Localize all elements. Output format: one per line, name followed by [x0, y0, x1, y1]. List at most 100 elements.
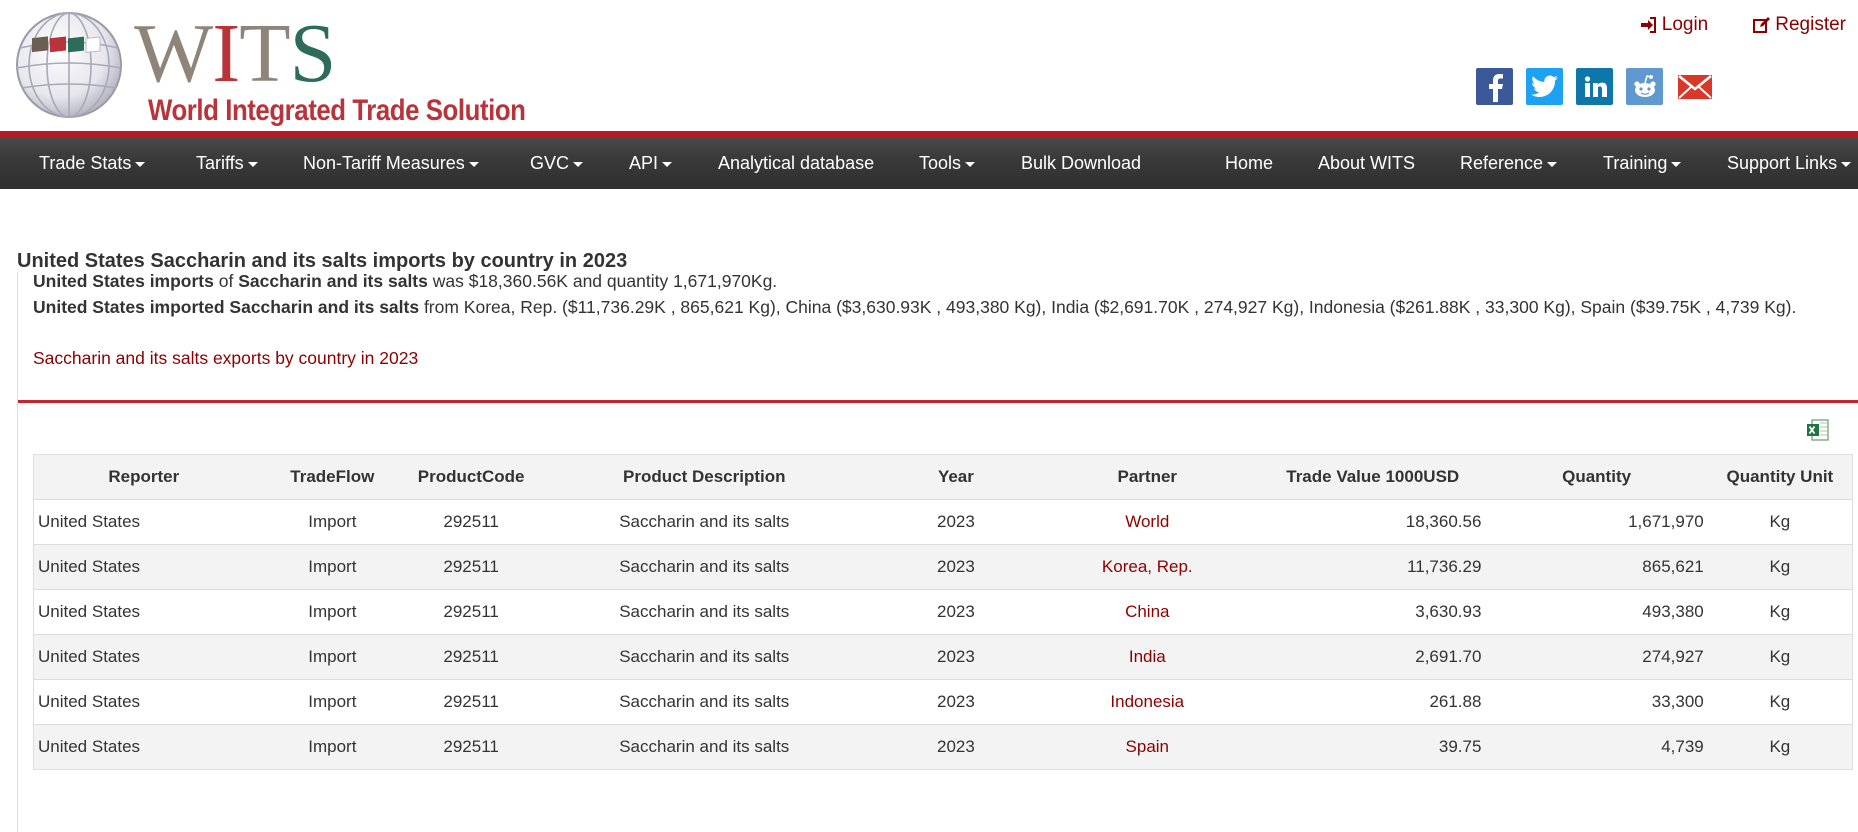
cell-quantity: 274,927: [1485, 634, 1708, 680]
nav-home[interactable]: Home: [1225, 153, 1273, 174]
register-link[interactable]: Register: [1752, 14, 1846, 36]
site-header: WITS World Integrated Trade Solution Log…: [0, 0, 1858, 132]
summary-product: Saccharin and its salts: [238, 271, 428, 291]
logo-subtitle: World Integrated Trade Solution: [148, 94, 526, 127]
caret-down-icon: [468, 162, 479, 167]
cell-partner-link[interactable]: Spain: [1034, 724, 1260, 770]
nav-support-links[interactable]: Support Links: [1727, 153, 1852, 174]
table-header-row: Reporter TradeFlow ProductCode Product D…: [33, 454, 1853, 500]
linkedin-icon[interactable]: [1576, 68, 1613, 105]
nav-label: Analytical database: [718, 153, 875, 173]
cell-partner-link[interactable]: World: [1034, 499, 1260, 545]
nav-api[interactable]: API: [629, 153, 673, 174]
summary-heading: United States imported Saccharin and its…: [33, 297, 420, 317]
login-link[interactable]: Login: [1639, 14, 1709, 36]
nav-tariffs[interactable]: Tariffs: [196, 153, 258, 174]
nav-analytical-database[interactable]: Analytical database: [718, 153, 874, 174]
cell-tradeflow: Import: [253, 499, 411, 545]
col-productcode[interactable]: ProductCode: [410, 454, 532, 500]
nav-label: API: [629, 153, 659, 173]
nav-label: Trade Stats: [39, 153, 132, 173]
nav-gvc[interactable]: GVC: [530, 153, 584, 174]
cell-trade-value: 11,736.29: [1260, 544, 1486, 590]
nav-label: Tariffs: [196, 153, 244, 173]
facebook-icon[interactable]: [1476, 68, 1513, 105]
nav-training[interactable]: Training: [1603, 153, 1682, 174]
import-summary: United States imports of Saccharin and i…: [33, 271, 777, 292]
excel-export-icon[interactable]: [1806, 418, 1830, 442]
summary-reporter: United States imports: [33, 271, 214, 291]
cell-quantity-unit: Kg: [1707, 679, 1853, 725]
nav-about-wits[interactable]: About WITS: [1318, 153, 1415, 174]
cell-reporter: United States: [33, 724, 254, 770]
register-label: Register: [1775, 14, 1846, 35]
globe-icon: [16, 12, 122, 118]
nav-reference[interactable]: Reference: [1460, 153, 1558, 174]
account-links: Login Register: [1639, 14, 1846, 36]
summary-text: from Korea, Rep. ($11,736.29K , 865,621 …: [419, 297, 1797, 317]
cell-tradeflow: Import: [253, 724, 411, 770]
cell-year: 2023: [877, 544, 1035, 590]
cell-product-description: Saccharin and its salts: [531, 634, 878, 680]
col-product-description[interactable]: Product Description: [531, 454, 878, 500]
cell-year: 2023: [877, 679, 1035, 725]
caret-down-icon: [965, 162, 976, 167]
col-quantity-unit[interactable]: Quantity Unit: [1707, 454, 1853, 500]
cell-reporter: United States: [33, 679, 254, 725]
nav-label: Training: [1603, 153, 1668, 173]
cell-productcode: 292511: [410, 679, 532, 725]
exports-by-country-link[interactable]: Saccharin and its salts exports by count…: [33, 348, 418, 369]
nav-label: Non-Tariff Measures: [303, 153, 465, 173]
twitter-icon[interactable]: [1526, 68, 1563, 105]
col-partner[interactable]: Partner: [1034, 454, 1260, 500]
cell-quantity-unit: Kg: [1707, 589, 1853, 635]
cell-productcode: 292511: [410, 724, 532, 770]
nav-tools[interactable]: Tools: [919, 153, 976, 174]
col-quantity[interactable]: Quantity: [1485, 454, 1708, 500]
cell-partner-link[interactable]: China: [1034, 589, 1260, 635]
cell-productcode: 292511: [410, 499, 532, 545]
cell-quantity: 1,671,970: [1485, 499, 1708, 545]
col-tradeflow[interactable]: TradeFlow: [253, 454, 411, 500]
nav-label: About WITS: [1318, 153, 1416, 173]
cell-quantity: 4,739: [1485, 724, 1708, 770]
cell-partner-link[interactable]: India: [1034, 634, 1260, 680]
nav-label: Reference: [1460, 153, 1544, 173]
cell-quantity: 493,380: [1485, 589, 1708, 635]
partner-summary: United States imported Saccharin and its…: [33, 297, 1796, 318]
cell-tradeflow: Import: [253, 544, 411, 590]
nav-label: Tools: [919, 153, 962, 173]
cell-partner-link[interactable]: Indonesia: [1034, 679, 1260, 725]
logo-letter-t: T: [239, 7, 290, 100]
login-label: Login: [1661, 14, 1709, 35]
cell-productcode: 292511: [410, 589, 532, 635]
nav-bulk-download[interactable]: Bulk Download: [1021, 153, 1141, 174]
logo-letter-w: W: [134, 7, 213, 100]
cell-trade-value: 3,630.93: [1260, 589, 1486, 635]
main-nav: Trade Stats Tariffs Non-Tariff Measures …: [0, 137, 1858, 189]
cell-tradeflow: Import: [253, 634, 411, 680]
cell-partner-link[interactable]: Korea, Rep.: [1034, 544, 1260, 590]
logo-wordmark: WITS: [134, 6, 337, 102]
cell-quantity: 865,621: [1485, 544, 1708, 590]
nav-trade-stats[interactable]: Trade Stats: [39, 153, 146, 174]
reddit-icon[interactable]: [1626, 68, 1663, 105]
caret-down-icon: [573, 162, 584, 167]
cell-quantity-unit: Kg: [1707, 544, 1853, 590]
summary-text: was $18,360.56K and quantity 1,671,970Kg…: [427, 271, 778, 291]
caret-down-icon: [247, 162, 258, 167]
email-icon[interactable]: [1676, 68, 1713, 105]
cell-reporter: United States: [33, 589, 254, 635]
nav-non-tariff-measures[interactable]: Non-Tariff Measures: [303, 153, 479, 174]
cell-tradeflow: Import: [253, 679, 411, 725]
logo-letter-s: S: [289, 7, 337, 100]
wits-logo[interactable]: WITS World Integrated Trade Solution: [14, 7, 554, 127]
cell-quantity-unit: Kg: [1707, 724, 1853, 770]
cell-product-description: Saccharin and its salts: [531, 679, 878, 725]
col-trade-value[interactable]: Trade Value 1000USD: [1260, 454, 1486, 500]
cell-quantity: 33,300: [1485, 679, 1708, 725]
table-row: United States Import 292511 Saccharin an…: [33, 724, 1853, 770]
caret-down-icon: [662, 162, 673, 167]
col-reporter[interactable]: Reporter: [33, 454, 254, 500]
col-year[interactable]: Year: [877, 454, 1035, 500]
